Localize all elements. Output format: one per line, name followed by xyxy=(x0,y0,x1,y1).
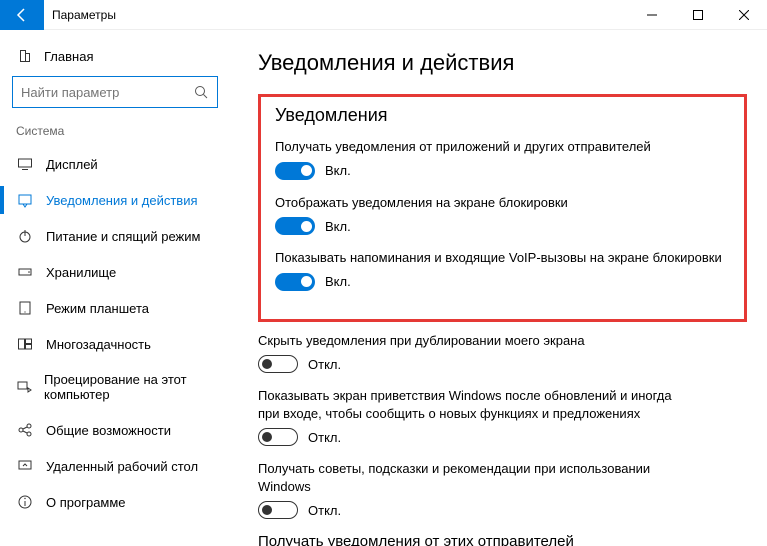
maximize-icon xyxy=(693,10,703,20)
home-icon xyxy=(16,48,34,64)
setting-apps-notifications: Получать уведомления от приложений и дру… xyxy=(275,138,730,180)
sidebar-item-label: Дисплей xyxy=(46,157,98,172)
toggle-welcome-screen[interactable] xyxy=(258,428,298,446)
highlighted-section: Уведомления Получать уведомления от прил… xyxy=(258,94,747,322)
sidebar-item-remote[interactable]: Удаленный рабочий стол xyxy=(0,448,230,484)
shared-icon xyxy=(16,422,34,438)
toggle-lockscreen-notifications[interactable] xyxy=(275,217,315,235)
sidebar-home[interactable]: Главная xyxy=(0,42,230,76)
minimize-button[interactable] xyxy=(629,0,675,30)
setting-label: Отображать уведомления на экране блокиро… xyxy=(275,194,730,212)
sidebar-item-projecting[interactable]: Проецирование на этот компьютер xyxy=(0,362,230,412)
sidebar-item-power[interactable]: Питание и спящий режим xyxy=(0,218,230,254)
toggle-state: Вкл. xyxy=(325,163,351,178)
toggle-state: Откл. xyxy=(308,357,341,372)
sidebar-item-multitask[interactable]: Многозадачность xyxy=(0,326,230,362)
sidebar-item-label: Удаленный рабочий стол xyxy=(46,459,198,474)
sidebar-item-display[interactable]: Дисплей xyxy=(0,146,230,182)
toggle-state: Откл. xyxy=(308,503,341,518)
sidebar-item-label: Многозадачность xyxy=(46,337,151,352)
setting-label: Показывать экран приветствия Windows пос… xyxy=(258,387,678,422)
tablet-icon xyxy=(16,300,34,316)
toggle-state: Вкл. xyxy=(325,219,351,234)
multitask-icon xyxy=(16,336,34,352)
display-icon xyxy=(16,156,34,172)
sidebar-item-about[interactable]: О программе xyxy=(0,484,230,520)
sidebar-item-storage[interactable]: Хранилище xyxy=(0,254,230,290)
toggle-apps-notifications[interactable] xyxy=(275,162,315,180)
section-heading-senders: Получать уведомления от этих отправителе… xyxy=(258,533,747,546)
notification-icon xyxy=(16,192,34,208)
back-button[interactable] xyxy=(0,0,44,30)
toggle-voip-lockscreen[interactable] xyxy=(275,273,315,291)
close-icon xyxy=(739,10,749,20)
setting-lockscreen-notifications: Отображать уведомления на экране блокиро… xyxy=(275,194,730,236)
search-input[interactable] xyxy=(12,76,218,108)
storage-icon xyxy=(16,264,34,280)
toggle-hide-duplicating[interactable] xyxy=(258,355,298,373)
setting-voip-lockscreen: Показывать напоминания и входящие VoIP-в… xyxy=(275,249,730,291)
setting-label: Скрыть уведомления при дублировании моег… xyxy=(258,332,747,350)
arrow-left-icon xyxy=(14,7,30,23)
window-controls xyxy=(629,0,767,30)
setting-label: Показывать напоминания и входящие VoIP-в… xyxy=(275,249,730,267)
toggle-state: Вкл. xyxy=(325,274,351,289)
titlebar: Параметры xyxy=(0,0,767,30)
sidebar-item-notifications[interactable]: Уведомления и действия xyxy=(0,182,230,218)
projecting-icon xyxy=(16,379,32,395)
sidebar-item-label: Питание и спящий режим xyxy=(46,229,200,244)
section-heading-notifications: Уведомления xyxy=(275,105,730,126)
sidebar-item-label: Хранилище xyxy=(46,265,116,280)
content-area: Уведомления и действия Уведомления Получ… xyxy=(230,30,767,546)
info-icon xyxy=(16,494,34,510)
sidebar-item-shared[interactable]: Общие возможности xyxy=(0,412,230,448)
sidebar-home-label: Главная xyxy=(44,49,93,64)
setting-label: Получать уведомления от приложений и дру… xyxy=(275,138,730,156)
toggle-tips[interactable] xyxy=(258,501,298,519)
search-icon xyxy=(194,85,208,99)
setting-tips: Получать советы, подсказки и рекомендаци… xyxy=(258,460,747,519)
sidebar: Главная Система Дисплей Уведомления и де… xyxy=(0,30,230,546)
maximize-button[interactable] xyxy=(675,0,721,30)
window-title: Параметры xyxy=(52,8,116,22)
sidebar-group-label: Система xyxy=(0,124,230,146)
toggle-state: Откл. xyxy=(308,430,341,445)
remote-icon xyxy=(16,458,34,474)
sidebar-item-label: Уведомления и действия xyxy=(46,193,198,208)
power-icon xyxy=(16,228,34,244)
setting-welcome-screen: Показывать экран приветствия Windows пос… xyxy=(258,387,747,446)
page-title: Уведомления и действия xyxy=(258,50,747,76)
sidebar-item-label: О программе xyxy=(46,495,126,510)
setting-hide-duplicating: Скрыть уведомления при дублировании моег… xyxy=(258,332,747,374)
close-button[interactable] xyxy=(721,0,767,30)
minimize-icon xyxy=(647,10,657,20)
sidebar-item-label: Проецирование на этот компьютер xyxy=(44,372,214,402)
sidebar-item-label: Общие возможности xyxy=(46,423,171,438)
sidebar-item-tablet[interactable]: Режим планшета xyxy=(0,290,230,326)
sidebar-item-label: Режим планшета xyxy=(46,301,149,316)
setting-label: Получать советы, подсказки и рекомендаци… xyxy=(258,460,658,495)
